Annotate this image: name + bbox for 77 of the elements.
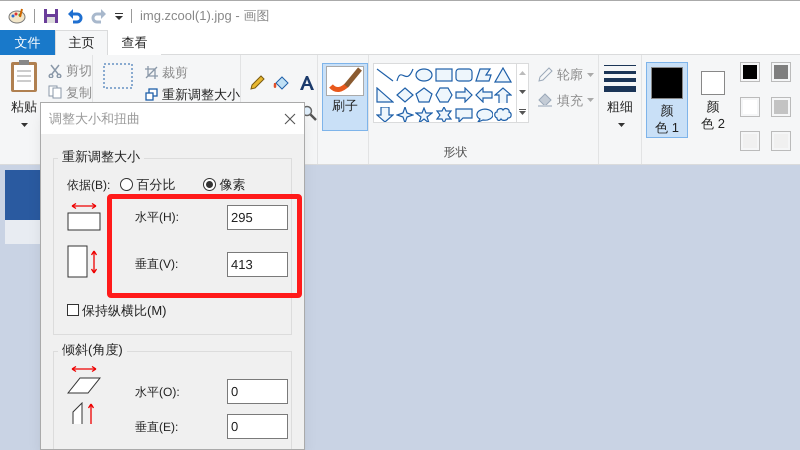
radio-button[interactable]: 像素 [203, 175, 246, 194]
expand-gallery-icon[interactable] [519, 108, 526, 115]
field-label: 依据(B): [67, 176, 110, 194]
polygon-shape-icon[interactable] [474, 67, 493, 83]
field-label: 水平(H): [135, 209, 180, 226]
six-point-star-shape-icon[interactable] [435, 107, 454, 122]
curve-shape-icon[interactable] [396, 67, 414, 83]
palette-swatch[interactable] [771, 62, 791, 82]
group-label: 形状 [444, 144, 469, 161]
number-field[interactable]: 0 [227, 414, 288, 439]
number-field[interactable]: 413 [227, 252, 288, 276]
copy-icon [48, 85, 62, 100]
size-button[interactable]: 粗细 [603, 65, 638, 132]
oval-callout-shape-icon[interactable] [474, 107, 493, 122]
number-field[interactable]: 0 [227, 379, 288, 404]
pentagon-shape-icon[interactable] [415, 87, 434, 103]
ribbon-tab[interactable]: 文件 [0, 30, 55, 55]
ribbon-tab[interactable]: 主页 [55, 30, 108, 55]
line-shape-icon[interactable] [376, 67, 394, 83]
paste-button[interactable]: 粘贴 [10, 59, 38, 116]
color-button[interactable]: 颜色 1 [646, 62, 688, 138]
hexagon-shape-icon[interactable] [435, 87, 454, 103]
palette-swatch[interactable] [740, 96, 760, 117]
horizontal-skew-icon [67, 366, 101, 394]
resize-icon [145, 88, 158, 101]
clipboard-icon [10, 59, 38, 93]
four-point-star-shape-icon[interactable] [396, 107, 414, 122]
fill-bucket-icon[interactable] [273, 75, 291, 91]
palette-swatch[interactable] [771, 131, 791, 152]
pencil-icon [537, 66, 553, 83]
palette-swatch[interactable] [740, 131, 760, 152]
close-icon[interactable] [284, 112, 296, 124]
width-resize-icon [67, 202, 101, 230]
save-icon[interactable] [43, 8, 59, 24]
field-label: 垂直(E): [135, 418, 180, 436]
dialog-title: 调整大小和扭曲 [49, 110, 140, 128]
rectangle-shape-icon[interactable] [435, 67, 454, 83]
caret-icon [618, 122, 625, 127]
field-label: 水平(O): [135, 384, 181, 400]
group-title: 倾斜(角度) [58, 342, 127, 358]
caret-icon [587, 72, 594, 77]
select-icon[interactable] [103, 63, 133, 89]
customize-caret-icon[interactable] [115, 12, 123, 20]
rectangle-callout-shape-icon[interactable] [454, 107, 473, 122]
up-arrow-shape-icon[interactable] [494, 87, 512, 103]
paint-palette-icon[interactable] [8, 8, 26, 24]
caret-icon [587, 98, 594, 102]
right-triangle-shape-icon[interactable] [376, 87, 394, 103]
undo-icon[interactable] [67, 8, 83, 24]
scroll-down-icon[interactable] [519, 90, 526, 94]
diamond-shape-icon[interactable] [396, 87, 414, 103]
palette-swatch[interactable] [771, 96, 791, 117]
scissors-icon [48, 64, 62, 78]
brush-icon [326, 66, 364, 96]
left-arrow-shape-icon[interactable] [474, 87, 493, 103]
radio-button[interactable]: 百分比 [120, 175, 176, 194]
brushes-button[interactable]: 刷子 [322, 63, 368, 131]
right-arrow-shape-icon[interactable] [454, 87, 473, 103]
number-field[interactable]: 295 [227, 204, 288, 230]
caret-icon[interactable] [20, 122, 28, 126]
palette-swatch[interactable] [740, 62, 760, 82]
five-point-star-shape-icon[interactable] [415, 107, 434, 122]
window-title: img.zcool(1).jpg - 画图 [140, 6, 270, 25]
line-width-icon [604, 65, 636, 92]
group-title: 重新调整大小 [58, 149, 144, 165]
triangle-shape-icon[interactable] [494, 67, 512, 83]
field-label: 垂直(V): [135, 256, 180, 273]
oval-shape-icon[interactable] [415, 67, 434, 83]
color-button[interactable]: 颜色 2 [692, 62, 734, 138]
down-arrow-shape-icon[interactable] [376, 107, 394, 122]
cloud-callout-shape-icon[interactable] [494, 107, 512, 122]
pencil-icon[interactable] [249, 75, 265, 91]
crop-icon [145, 66, 158, 80]
keep-ratio-checkbox[interactable]: 保持纵横比(M) [54, 278, 291, 320]
fill-bucket-icon [537, 92, 553, 108]
text-tool-icon[interactable] [299, 75, 315, 91]
rounded-rectangle-shape-icon[interactable] [454, 67, 473, 83]
